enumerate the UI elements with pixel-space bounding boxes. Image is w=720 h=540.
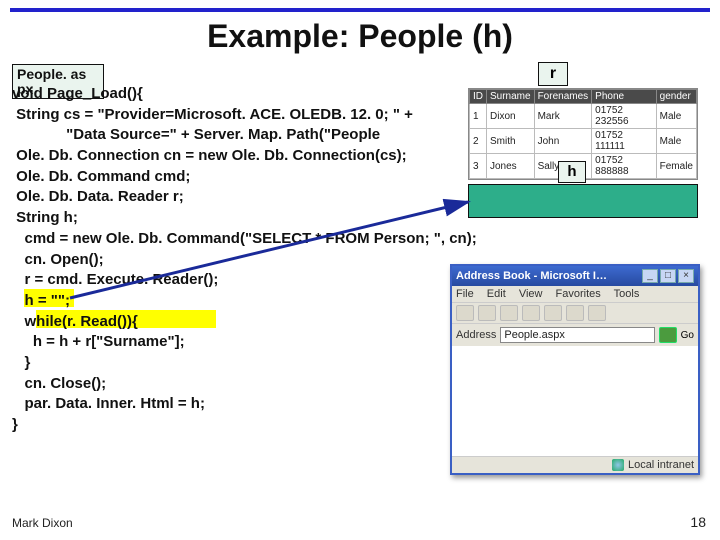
refresh-icon[interactable] (522, 305, 540, 321)
code-line: } (12, 354, 30, 371)
code-line: cmd = new Ole. Db. Command("SELECT * FRO… (12, 230, 477, 247)
slide: Example: People (h) People. as px void P… (0, 0, 720, 540)
intranet-icon (612, 459, 624, 471)
close-icon[interactable]: × (678, 269, 694, 283)
browser-statusbar: Local intranet (452, 456, 698, 473)
col-phone: Phone (592, 90, 656, 104)
browser-viewport (452, 346, 698, 456)
table-header-row: ID Surname Forenames Phone gender (470, 90, 697, 104)
browser-window: Address Book - Microsoft I… _ □ × File E… (450, 264, 700, 475)
code-line: void Page_Load(){ (12, 85, 143, 102)
code-line: while(r. Read()){ (12, 313, 138, 330)
code-line: h = ""; (12, 292, 70, 309)
minimize-icon[interactable]: _ (642, 269, 658, 283)
stop-icon[interactable] (500, 305, 518, 321)
title-rule (10, 8, 710, 12)
browser-address-bar: Address People.aspx Go (452, 324, 698, 346)
table-row: 1 Dixon Mark 01752 232556 Male (470, 104, 697, 129)
code-line: Ole. Db. Command cmd; (12, 168, 190, 185)
search-icon[interactable] (566, 305, 584, 321)
code-line: Ole. Db. Connection cn = new Ole. Db. Co… (12, 147, 407, 164)
code-line: cn. Open(); (12, 251, 104, 268)
address-input[interactable]: People.aspx (500, 327, 654, 343)
h-value-box (468, 184, 698, 218)
menu-edit[interactable]: Edit (487, 288, 506, 300)
status-text: Local intranet (628, 459, 694, 471)
back-icon[interactable] (456, 305, 474, 321)
col-surname: Surname (487, 90, 535, 104)
forward-icon[interactable] (478, 305, 496, 321)
go-label: Go (681, 330, 694, 341)
footer-author: Mark Dixon (12, 516, 73, 530)
code-line: "Data Source=" + Server. Map. Path("Peop… (12, 126, 380, 143)
table-row: 2 Smith John 01752 111111 Male (470, 129, 697, 154)
code-line: Ole. Db. Data. Reader r; (12, 188, 184, 205)
code-line: par. Data. Inner. Html = h; (12, 395, 205, 412)
col-id: ID (470, 90, 487, 104)
code-line: cn. Close(); (12, 375, 106, 392)
code-line: String h; (12, 209, 78, 226)
col-forenames: Forenames (534, 90, 592, 104)
r-annotation: r (538, 62, 568, 86)
menu-favorites[interactable]: Favorites (556, 288, 601, 300)
favorites-icon[interactable] (588, 305, 606, 321)
code-line: r = cmd. Execute. Reader(); (12, 271, 218, 288)
code-line: h = h + r["Surname"]; (12, 333, 185, 350)
browser-toolbar (452, 302, 698, 324)
code-line: } (12, 416, 18, 433)
menu-view[interactable]: View (519, 288, 543, 300)
browser-titlebar: Address Book - Microsoft I… _ □ × (452, 266, 698, 286)
go-icon[interactable] (659, 327, 677, 343)
address-label: Address (456, 329, 496, 341)
slide-title: Example: People (h) (0, 18, 720, 55)
h-annotation: h (558, 161, 586, 183)
home-icon[interactable] (544, 305, 562, 321)
browser-menubar: File Edit View Favorites Tools (452, 286, 698, 302)
code-line: String cs = "Provider=Microsoft. ACE. OL… (12, 106, 413, 123)
maximize-icon[interactable]: □ (660, 269, 676, 283)
browser-title: Address Book - Microsoft I… (456, 270, 640, 282)
menu-file[interactable]: File (456, 288, 474, 300)
footer-page-number: 18 (690, 514, 706, 530)
col-gender: gender (656, 90, 696, 104)
menu-tools[interactable]: Tools (614, 288, 640, 300)
